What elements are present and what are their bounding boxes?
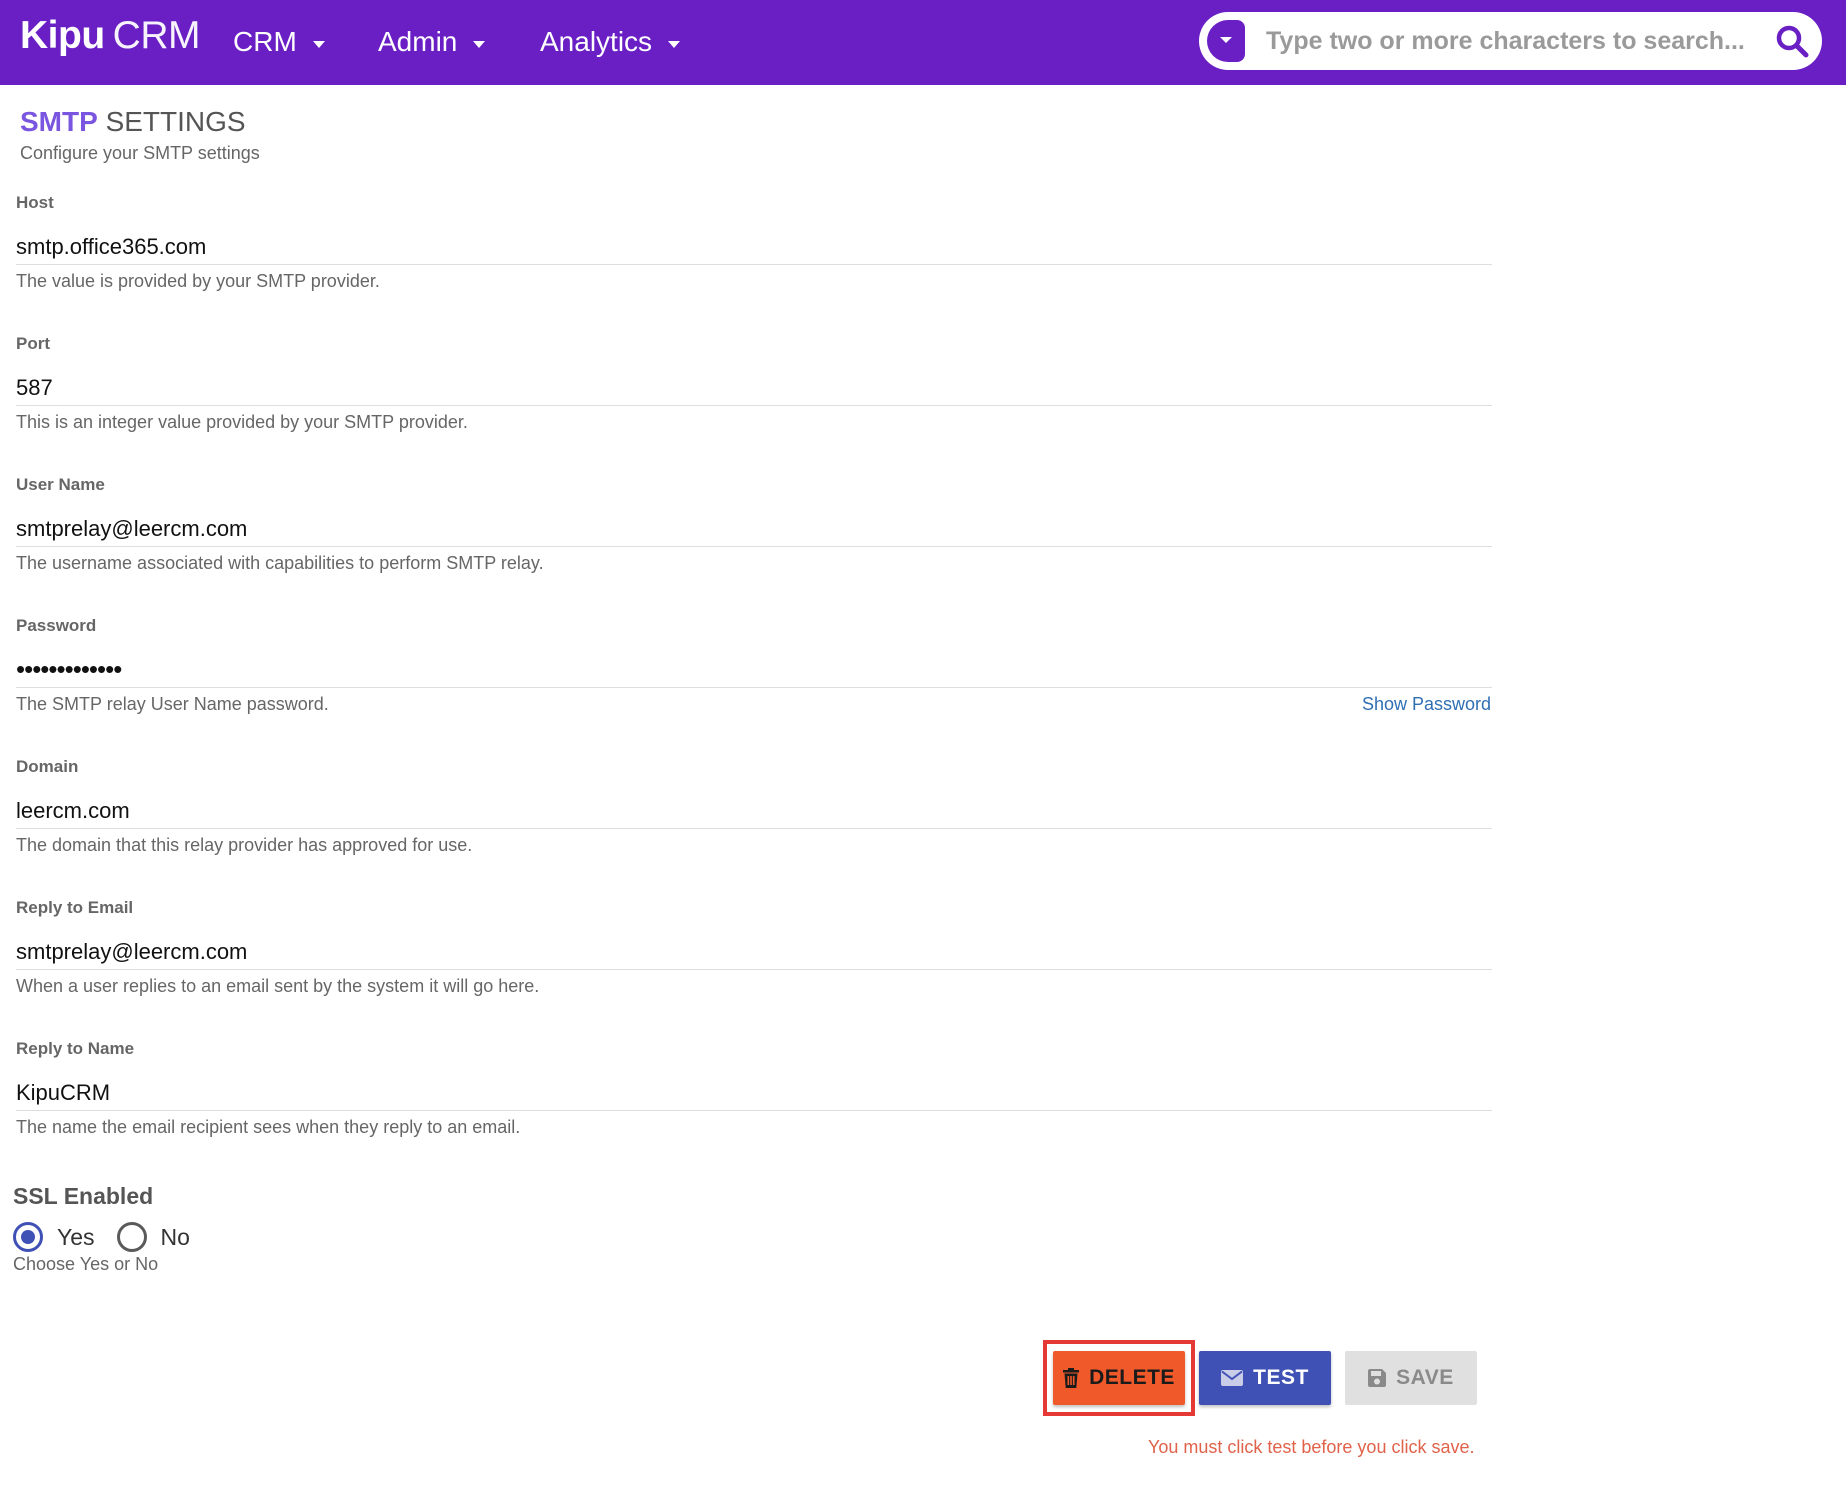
- nav-menu-label: Admin: [378, 26, 458, 57]
- ssl-no-radio[interactable]: No: [116, 1222, 190, 1252]
- global-search: [1199, 12, 1822, 70]
- brand-name: Kipu: [20, 14, 105, 57]
- brand-logo[interactable]: Kipu CRM: [20, 14, 200, 58]
- field-label: Host: [16, 193, 54, 212]
- field-label: Password: [16, 616, 97, 635]
- field-label: Domain: [16, 757, 79, 776]
- page-title-accent: SMTP: [20, 106, 98, 137]
- username-input[interactable]: [16, 511, 1492, 547]
- brand-suffix: CRM: [112, 14, 201, 57]
- search-scope-dropdown[interactable]: [1207, 20, 1245, 62]
- field-label: User Name: [16, 475, 105, 494]
- envelope-icon: [1221, 1370, 1244, 1386]
- save-button[interactable]: SAVE: [1345, 1351, 1477, 1405]
- host-input[interactable]: [16, 229, 1492, 265]
- reply-to-name-input[interactable]: [16, 1075, 1492, 1111]
- save-warning-text: You must click test before you click sav…: [1148, 1437, 1475, 1457]
- chevron-down-icon: [312, 40, 325, 48]
- search-input[interactable]: [1266, 21, 1746, 61]
- nav-menu-label: CRM: [233, 26, 297, 57]
- field-help: The SMTP relay User Name password.: [16, 694, 329, 714]
- nav-menu-label: Analytics: [540, 26, 653, 57]
- chevron-down-icon: [473, 40, 486, 48]
- radio-label: Yes: [57, 1223, 95, 1250]
- reply-to-email-input[interactable]: [16, 934, 1492, 970]
- field-help: When a user replies to an email sent by …: [16, 976, 540, 996]
- page-title-rest: SETTINGS: [105, 106, 246, 137]
- show-password-link[interactable]: Show Password: [1362, 694, 1491, 715]
- field-help: The domain that this relay provider has …: [16, 835, 473, 855]
- field-help: The name the email recipient sees when t…: [16, 1117, 521, 1137]
- trash-icon: [1063, 1368, 1080, 1388]
- field-label: Reply to Name: [16, 1039, 135, 1058]
- domain-input[interactable]: [16, 793, 1492, 829]
- nav-menu-admin[interactable]: Admin: [378, 22, 486, 62]
- chevron-down-icon: [668, 40, 681, 48]
- field-help: The value is provided by your SMTP provi…: [16, 271, 380, 291]
- chevron-down-icon: [1220, 37, 1232, 43]
- search-button[interactable]: [1774, 23, 1810, 59]
- delete-button-label: DELETE: [1089, 1366, 1175, 1389]
- floppy-disk-icon: [1368, 1369, 1387, 1387]
- radio-checked-icon[interactable]: [13, 1222, 43, 1252]
- password-input[interactable]: [16, 652, 1492, 688]
- port-input[interactable]: [16, 370, 1492, 406]
- nav-menu-crm[interactable]: CRM: [233, 22, 325, 62]
- nav-menu-analytics[interactable]: Analytics: [540, 22, 681, 62]
- test-button-label: TEST: [1253, 1366, 1309, 1389]
- page-subtitle: Configure your SMTP settings: [20, 143, 260, 163]
- radio-label: No: [160, 1223, 190, 1250]
- save-button-label: SAVE: [1396, 1366, 1454, 1389]
- top-navbar: Kipu CRM CRM Admin Analytics: [0, 0, 1846, 85]
- field-help: The username associated with capabilitie…: [16, 553, 544, 573]
- delete-button[interactable]: DELETE: [1053, 1351, 1185, 1405]
- page-title: SMTP SETTINGS: [20, 106, 246, 138]
- test-button[interactable]: TEST: [1199, 1351, 1331, 1405]
- search-icon: [1776, 25, 1809, 58]
- field-label: Reply to Email: [16, 898, 134, 917]
- ssl-enabled-label: SSL Enabled: [13, 1183, 154, 1209]
- ssl-radio-group: Yes No: [13, 1220, 212, 1254]
- ssl-help: Choose Yes or No: [13, 1254, 159, 1274]
- ssl-yes-radio[interactable]: Yes: [13, 1222, 95, 1252]
- field-label: Port: [16, 334, 50, 353]
- radio-unchecked-icon[interactable]: [116, 1222, 147, 1252]
- field-help: This is an integer value provided by you…: [16, 412, 468, 432]
